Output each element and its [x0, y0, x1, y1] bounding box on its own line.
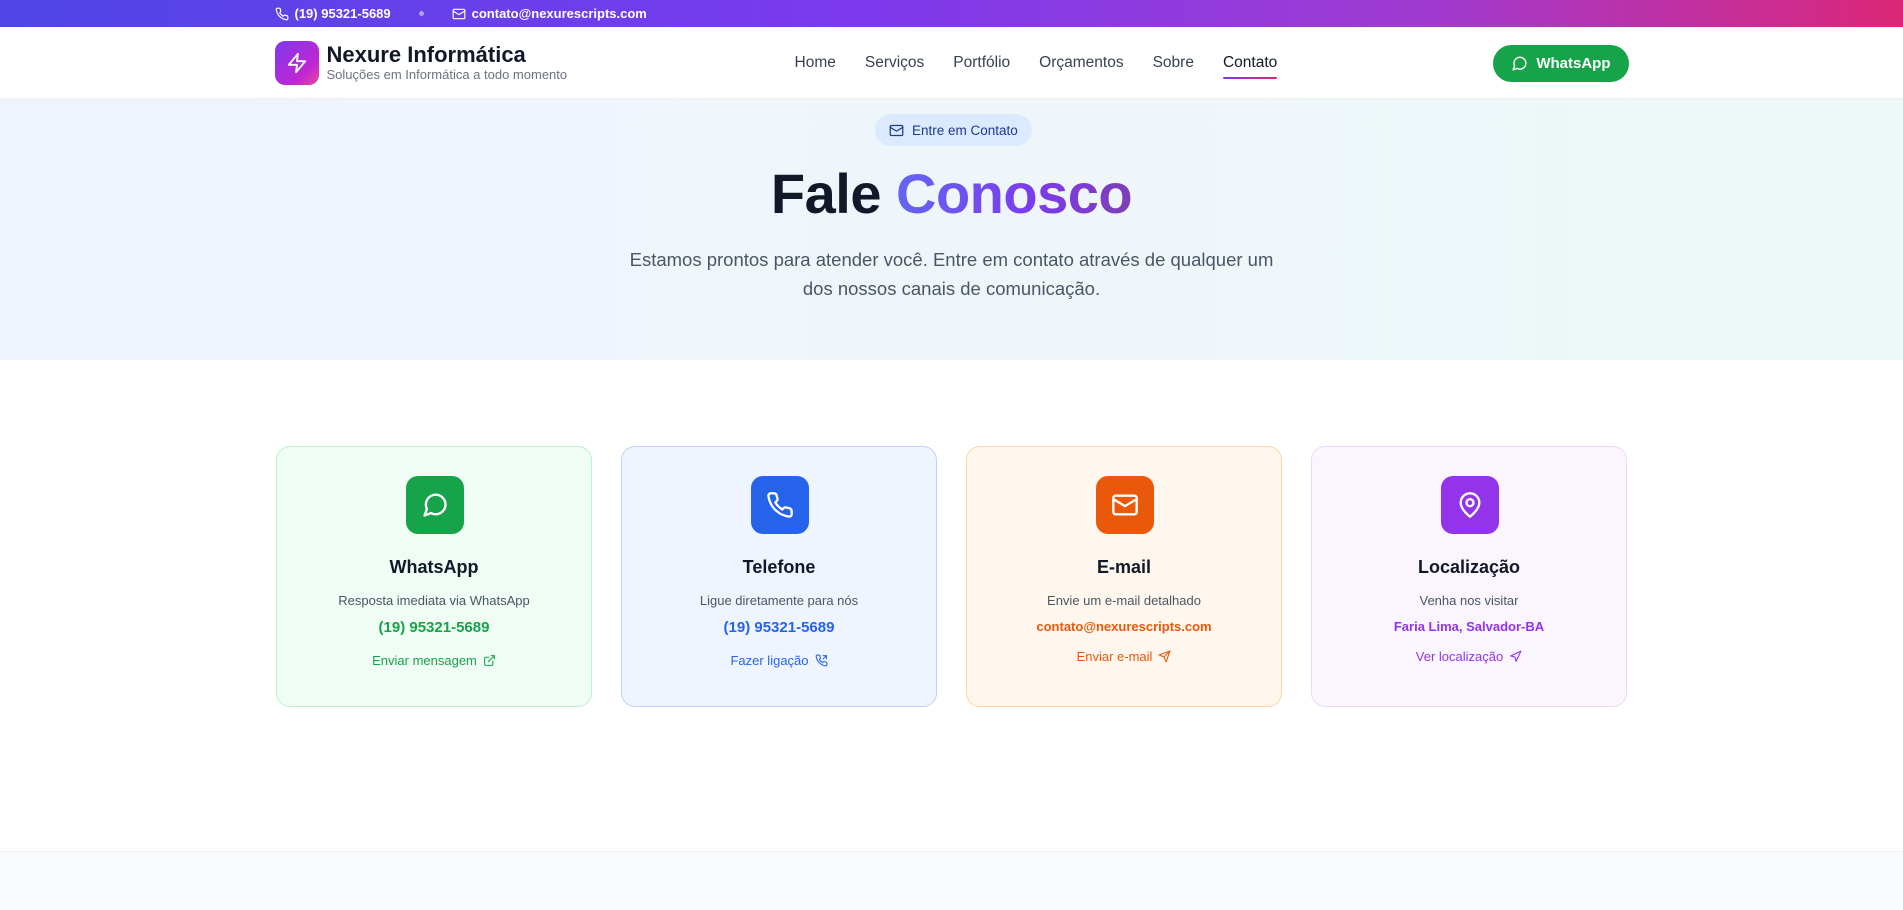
phone-call-icon: [815, 654, 827, 667]
badge-label: Entre em Contato: [912, 122, 1018, 138]
action-label: Enviar e-mail: [1076, 649, 1153, 664]
card-description: Ligue diretamente para nós: [699, 593, 859, 608]
nav-home[interactable]: Home: [795, 50, 836, 76]
card-telefone: Telefone Ligue diretamente para nós (19)…: [621, 446, 937, 707]
send-message-link[interactable]: Enviar mensagem: [277, 653, 591, 668]
brand[interactable]: Nexure Informática Soluções em Informáti…: [274, 41, 795, 85]
lightning-logo-icon: [274, 41, 319, 85]
action-label: Fazer ligação: [730, 653, 809, 668]
action-label: Enviar mensagem: [372, 653, 477, 668]
top-contact-bar: (19) 95321-5689 contato@nexurescripts.co…: [0, 0, 1903, 27]
card-description: Envie um e-mail detalhado: [1047, 593, 1201, 608]
mail-icon: [1096, 476, 1154, 534]
nav-orcamentos[interactable]: Orçamentos: [1039, 50, 1123, 76]
action-label: Ver localização: [1415, 649, 1504, 664]
chat-bubble-icon: [406, 476, 464, 534]
brand-name: Nexure Informática: [326, 42, 526, 67]
nav-contato[interactable]: Contato: [1222, 50, 1278, 79]
site-header: Nexure Informática Soluções em Informáti…: [0, 27, 1903, 99]
navigation-icon: [1510, 650, 1522, 662]
card-value: contato@nexurescripts.com: [1036, 619, 1212, 634]
card-title: Telefone: [742, 557, 816, 577]
view-location-link[interactable]: Ver localização: [1312, 649, 1626, 664]
subtitle-line-2: dos nossos canais de comunicação.: [802, 278, 1101, 299]
nav-sobre[interactable]: Sobre: [1153, 50, 1194, 76]
nav-servicos[interactable]: Serviços: [865, 50, 924, 76]
send-icon: [1158, 650, 1171, 663]
hero-section: Entre em Contato Fale Conosco Estamos pr…: [0, 99, 1903, 360]
next-section-band: [0, 851, 1903, 910]
topbar-email[interactable]: contato@nexurescripts.com: [452, 6, 647, 21]
nav-portfolio[interactable]: Portfólio: [953, 50, 1010, 76]
separator-dot: [418, 11, 424, 16]
card-value: (19) 95321-5689: [723, 619, 835, 636]
contact-badge: Entre em Contato: [875, 114, 1032, 146]
topbar-phone-text: (19) 95321-5689: [294, 6, 391, 21]
whatsapp-header-button[interactable]: WhatsApp: [1493, 44, 1629, 82]
card-localizacao: Localização Venha nos visitar Faria Lima…: [1311, 446, 1627, 707]
phone-icon: [275, 7, 288, 20]
hero-subtitle: Estamos prontos para atender você. Entre…: [0, 245, 1903, 303]
main-nav: Home Serviços Portfólio Orçamentos Sobre…: [795, 50, 1278, 79]
send-email-link[interactable]: Enviar e-mail: [967, 649, 1281, 664]
mail-icon: [452, 8, 466, 19]
subtitle-line-1: Estamos prontos para atender você. Entre…: [629, 249, 1274, 270]
chat-bubble-icon: [1512, 56, 1527, 71]
card-title: Localização: [1417, 557, 1521, 577]
card-email: E-mail Envie um e-mail detalhado contato…: [966, 446, 1282, 707]
make-call-link[interactable]: Fazer ligação: [622, 653, 936, 668]
external-link-icon: [483, 655, 495, 666]
title-part-2: Conosco: [896, 162, 1133, 225]
card-description: Venha nos visitar: [1419, 593, 1519, 608]
card-value: Faria Lima, Salvador-BA: [1393, 619, 1545, 634]
card-description: Resposta imediata via WhatsApp: [338, 593, 530, 608]
whatsapp-header-label: WhatsApp: [1536, 54, 1611, 72]
contact-cards: WhatsApp Resposta imediata via WhatsApp …: [276, 446, 1628, 707]
title-part-1: Fale: [770, 162, 882, 225]
topbar-phone[interactable]: (19) 95321-5689: [275, 6, 391, 21]
topbar-email-text: contato@nexurescripts.com: [471, 6, 647, 21]
map-pin-icon: [1441, 476, 1499, 534]
page-title: Fale Conosco: [0, 161, 1903, 226]
card-title: E-mail: [1096, 557, 1152, 577]
card-title: WhatsApp: [389, 557, 479, 577]
phone-icon: [751, 476, 809, 534]
card-value: (19) 95321-5689: [378, 619, 490, 636]
mail-icon: [889, 124, 904, 136]
brand-tagline: Soluções em Informática a todo momento: [326, 67, 568, 82]
card-whatsapp: WhatsApp Resposta imediata via WhatsApp …: [276, 446, 592, 707]
